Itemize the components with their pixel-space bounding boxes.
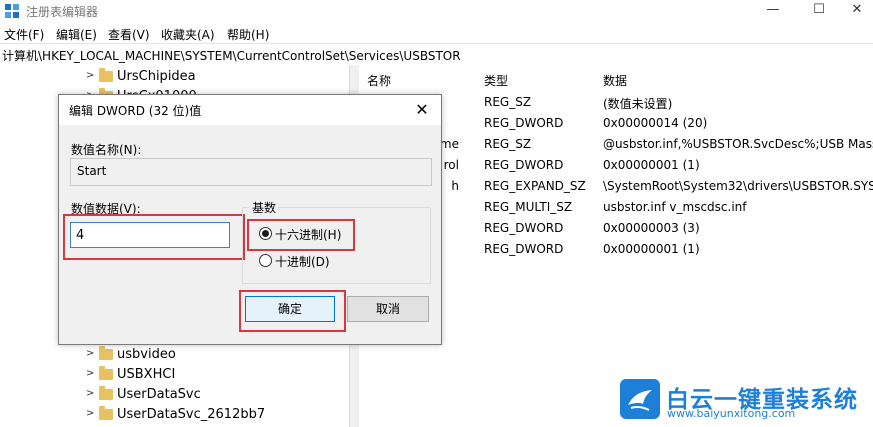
ok-button[interactable]: 确定 <box>245 296 335 322</box>
folder-icon <box>99 386 113 400</box>
row-data: usbstor.inf v_mscdsc.inf <box>603 200 747 214</box>
menu-edit[interactable]: 编辑(E) <box>56 26 97 43</box>
folder-icon <box>99 406 113 420</box>
chevron-right-icon[interactable]: > <box>86 348 96 359</box>
row-data: 0x00000003 (3) <box>603 221 700 235</box>
decimal-radio-label[interactable]: 十进制(D) <box>275 253 330 270</box>
menu-help[interactable]: 帮助(H) <box>227 26 269 43</box>
column-header-type[interactable]: 类型 <box>484 72 508 89</box>
chevron-right-icon[interactable]: > <box>86 70 96 81</box>
tree-item-label: USBXHCI <box>117 367 176 382</box>
window-title: 注册表编辑器 <box>26 5 99 19</box>
base-label: 基数 <box>250 199 279 216</box>
watermark-logo: 白云一键重装系统 www.baiyunxitong.com <box>619 378 869 422</box>
row-type: REG_DWORD <box>484 116 564 130</box>
minimize-button[interactable]: — <box>750 0 796 22</box>
tree-item-label: usbvideo <box>117 347 176 362</box>
menu-view[interactable]: 查看(V) <box>108 26 150 43</box>
row-data: (数值未设置) <box>603 97 673 111</box>
dialog-close-button[interactable]: ✕ <box>409 99 435 121</box>
close-button[interactable]: ✕ <box>834 0 873 22</box>
row-type: REG_SZ <box>484 137 532 151</box>
cancel-button[interactable]: 取消 <box>347 296 429 322</box>
row-data: @usbstor.inf,%USBSTOR.SvcDesc%;USB Mass.… <box>603 137 873 151</box>
value-name-text: Start <box>77 164 107 178</box>
folder-icon <box>99 68 113 82</box>
decimal-radio[interactable] <box>259 254 272 267</box>
chevron-right-icon[interactable]: > <box>86 368 96 379</box>
row-data: 0x00000001 (1) <box>603 158 700 172</box>
value-data-input[interactable] <box>70 222 230 248</box>
row-type: REG_DWORD <box>484 221 564 235</box>
edit-dword-dialog: 编辑 DWORD (32 位)值 ✕ 数值名称(N): Start 数值数据(V… <box>58 94 442 345</box>
column-header-name[interactable]: 名称 <box>367 72 391 89</box>
folder-icon <box>99 346 113 360</box>
bird-logo-icon <box>620 379 660 419</box>
chevron-right-icon[interactable]: > <box>86 408 96 419</box>
dialog-title: 编辑 DWORD (32 位)值 <box>69 104 202 118</box>
tree-item-label: UrsChipidea <box>117 69 196 84</box>
row-type: REG_DWORD <box>484 158 564 172</box>
row-type: REG_SZ <box>484 95 532 109</box>
row-data: \SystemRoot\System32\drivers\USBSTOR.SYS <box>603 179 873 193</box>
hex-radio-label[interactable]: 十六进制(H) <box>275 226 341 243</box>
title-bar: 注册表编辑器 — ☐ ✕ <box>0 0 873 22</box>
value-name-label: 数值名称(N): <box>71 143 142 157</box>
regedit-icon <box>5 4 19 18</box>
row-type: REG_EXPAND_SZ <box>484 179 586 193</box>
brand-url: www.baiyunxitong.com <box>667 407 796 420</box>
address-path[interactable]: 计算机\HKEY_LOCAL_MACHINE\SYSTEM\CurrentCon… <box>2 47 461 64</box>
address-bar[interactable]: 计算机\HKEY_LOCAL_MACHINE\SYSTEM\CurrentCon… <box>0 43 873 66</box>
row-type: REG_DWORD <box>484 242 564 256</box>
menu-file[interactable]: 文件(F) <box>4 26 44 43</box>
row-data: 0x00000014 (20) <box>603 116 708 130</box>
menu-favorites[interactable]: 收藏夹(A) <box>161 26 215 43</box>
hex-radio[interactable] <box>259 227 272 240</box>
menu-bar: 文件(F) 编辑(E) 查看(V) 收藏夹(A) 帮助(H) <box>0 22 873 42</box>
value-name-field: Start <box>70 158 432 186</box>
tree-item-label: UserDataSvc <box>117 387 201 402</box>
chevron-right-icon[interactable]: > <box>86 388 96 399</box>
column-header-data[interactable]: 数据 <box>603 72 627 89</box>
folder-icon <box>99 366 113 380</box>
tree-item-label: UserDataSvc_2612bb7 <box>117 407 266 422</box>
row-data: 0x00000001 (1) <box>603 242 700 256</box>
row-type: REG_MULTI_SZ <box>484 200 573 214</box>
dialog-title-bar: 编辑 DWORD (32 位)值 ✕ <box>59 95 441 125</box>
